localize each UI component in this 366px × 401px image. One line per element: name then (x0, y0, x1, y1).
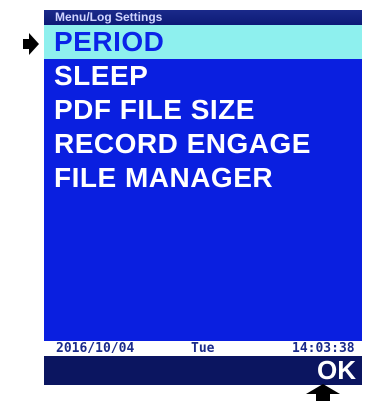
status-date: 2016/10/04 (56, 341, 135, 356)
ok-button[interactable]: OK (317, 356, 356, 385)
title-bar: Menu/Log Settings (44, 10, 362, 25)
status-time: 14:03:38 (292, 341, 355, 356)
menu-item-pdf-file-size[interactable]: PDF FILE SIZE (44, 93, 362, 127)
softkey-bar: OK (44, 356, 362, 385)
lcd-screen: Menu/Log Settings PERIOD SLEEP PDF FILE … (44, 10, 362, 385)
up-arrow-icon (306, 384, 340, 401)
screen-title: Menu/Log Settings (55, 10, 163, 24)
status-bar: 2016/10/04 Tue 14:03:38 (44, 341, 362, 356)
status-day: Tue (191, 341, 215, 356)
device-display: Menu/Log Settings PERIOD SLEEP PDF FILE … (0, 0, 366, 401)
menu-item-file-manager[interactable]: FILE MANAGER (44, 161, 362, 195)
menu-item-record-engage[interactable]: RECORD ENGAGE (44, 127, 362, 161)
menu-item-period[interactable]: PERIOD (44, 25, 362, 59)
menu-list: PERIOD SLEEP PDF FILE SIZE RECORD ENGAGE… (44, 25, 362, 341)
selection-pointer-icon (23, 33, 39, 55)
menu-item-sleep[interactable]: SLEEP (44, 59, 362, 93)
